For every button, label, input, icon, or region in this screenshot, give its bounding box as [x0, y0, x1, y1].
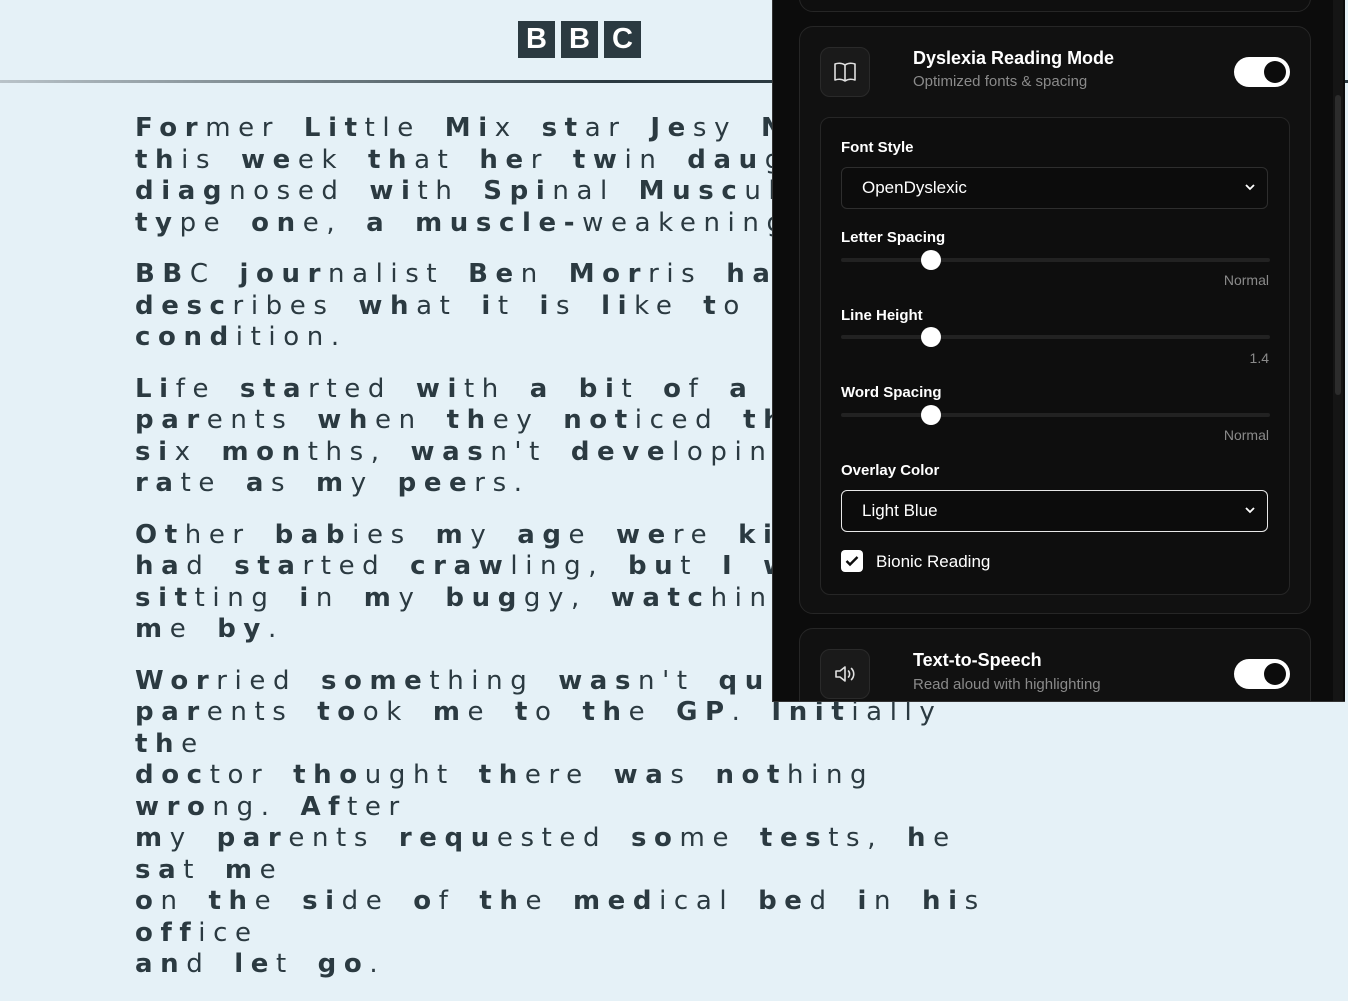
dyslexia-settings: Font Style OpenDyslexic Letter Spacing N… [820, 117, 1290, 595]
overlay-color-select[interactable]: Light Blue [841, 490, 1268, 532]
slider-track [841, 258, 1270, 262]
dyslexia-mode-card: Dyslexia Reading Mode Optimized fonts & … [799, 26, 1311, 614]
text-to-speech-title: Text-to-Speech [913, 650, 1042, 670]
line-height-value: 1.4 [1249, 350, 1269, 366]
toggle-knob [1264, 61, 1286, 83]
overlay-color-value: Light Blue [862, 501, 938, 520]
speaker-icon [820, 649, 870, 699]
chevron-down-icon [1245, 507, 1255, 514]
dyslexia-mode-title: Dyslexia Reading Mode [913, 48, 1115, 68]
slider-thumb[interactable] [921, 327, 942, 347]
logo-letter-b2: B [561, 21, 598, 58]
letter-spacing-value: Normal [1223, 272, 1269, 288]
accessibility-panel: Dyslexia Reading Mode Optimized fonts & … [772, 0, 1345, 702]
panel-scrollbar[interactable] [1333, 0, 1343, 701]
logo-letter-c: C [604, 21, 641, 58]
checkmark-icon [845, 556, 859, 567]
dyslexia-mode-subtitle: Optimized fonts & spacing [913, 73, 1088, 90]
text-to-speech-subtitle: Read aloud with highlighting [913, 676, 1101, 693]
word-spacing-slider[interactable] [841, 405, 1270, 425]
letter-spacing-label: Letter Spacing [841, 229, 946, 246]
chevron-down-icon [1245, 184, 1255, 191]
slider-track [841, 413, 1270, 417]
slider-thumb[interactable] [921, 405, 942, 425]
line-height-label: Line Height [841, 307, 923, 324]
bionic-reading-label[interactable]: Bionic Reading [876, 552, 990, 572]
toggle-knob [1264, 663, 1286, 685]
article-paragraph-5: Worried something wasn't quite ri parent… [135, 665, 986, 980]
line-height-slider[interactable] [841, 327, 1270, 347]
book-icon [820, 47, 870, 97]
text-to-speech-card: Text-to-Speech Read aloud with highlight… [799, 628, 1311, 701]
font-style-value: OpenDyslexic [862, 178, 967, 197]
bbc-logo[interactable]: B B C [518, 21, 641, 58]
slider-thumb[interactable] [921, 250, 942, 270]
scrollbar-thumb[interactable] [1335, 95, 1341, 395]
text-to-speech-toggle[interactable] [1234, 659, 1290, 689]
bionic-reading-checkbox[interactable] [841, 550, 863, 572]
dyslexia-mode-toggle[interactable] [1234, 57, 1290, 87]
slider-track [841, 335, 1270, 339]
font-style-select[interactable]: OpenDyslexic [841, 167, 1268, 209]
logo-letter-b1: B [518, 21, 555, 58]
word-spacing-value: Normal [1223, 427, 1269, 443]
font-style-label: Font Style [841, 139, 914, 156]
word-spacing-label: Word Spacing [841, 384, 942, 401]
previous-setting-card [799, 0, 1311, 12]
letter-spacing-slider[interactable] [841, 250, 1270, 270]
overlay-color-label: Overlay Color [841, 462, 940, 479]
